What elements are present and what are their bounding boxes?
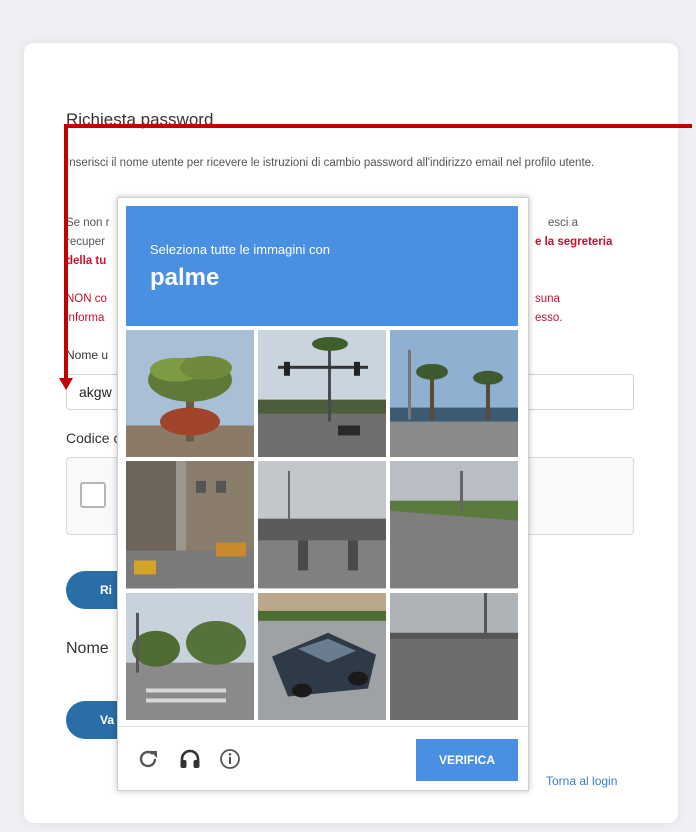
tile-image [390, 330, 518, 458]
captcha-code-label: Codice c [66, 430, 121, 446]
request-button-label: Ri [100, 583, 112, 597]
challenge-image-grid [126, 330, 518, 720]
partial-text: informa [66, 312, 105, 324]
partial-text: recuper [66, 236, 105, 248]
challenge-tile-1[interactable] [126, 330, 254, 458]
partial-text: suna [535, 293, 560, 305]
annotation-arrow-line [64, 124, 68, 382]
verify-name-button-label: Va [100, 713, 115, 727]
partial-text: e la segreteria [535, 236, 613, 248]
annotation-arrow-head [59, 378, 73, 390]
name-label: Nome [66, 640, 109, 657]
info-icon[interactable] [218, 747, 242, 771]
partial-text: Se non r [66, 217, 110, 229]
challenge-tile-7[interactable] [126, 592, 254, 720]
partial-text: esci a [548, 217, 579, 229]
recaptcha-challenge-dialog: Seleziona tutte le immagini con palme VE… [117, 197, 529, 791]
instructions-text: Inserisci il nome utente per ricevere le… [66, 157, 595, 169]
challenge-tile-3[interactable] [390, 330, 518, 458]
challenge-target: palme [150, 264, 220, 291]
challenge-tile-9[interactable] [390, 592, 518, 720]
challenge-tile-4[interactable] [126, 461, 254, 589]
tile-image [258, 592, 386, 720]
tile-image [390, 461, 518, 589]
verify-button[interactable]: VERIFICA [416, 739, 518, 781]
back-to-login-link[interactable]: Torna al login [546, 774, 617, 788]
challenge-tile-6[interactable] [390, 461, 518, 589]
audio-challenge-icon[interactable] [178, 747, 202, 771]
tile-image [258, 330, 386, 458]
recaptcha-checkbox[interactable] [80, 482, 106, 508]
challenge-instruction: Seleziona tutte le immagini con [150, 242, 330, 257]
tile-image [390, 592, 518, 720]
tile-image [126, 330, 254, 458]
challenge-tile-5[interactable] [258, 461, 386, 589]
partial-text: esso. [535, 312, 563, 324]
tile-image [258, 461, 386, 589]
tile-image [126, 461, 254, 589]
partial-text: della tu [66, 255, 107, 267]
reload-icon[interactable] [136, 747, 160, 771]
tile-image [126, 592, 254, 720]
challenge-tile-2[interactable] [258, 330, 386, 458]
annotation-arrow-line [64, 124, 692, 128]
challenge-footer: VERIFICA [118, 726, 528, 791]
challenge-header: Seleziona tutte le immagini con palme [126, 206, 518, 326]
partial-text: NON co [66, 293, 107, 305]
username-label: Nome u [66, 348, 109, 362]
challenge-tile-8[interactable] [258, 592, 386, 720]
